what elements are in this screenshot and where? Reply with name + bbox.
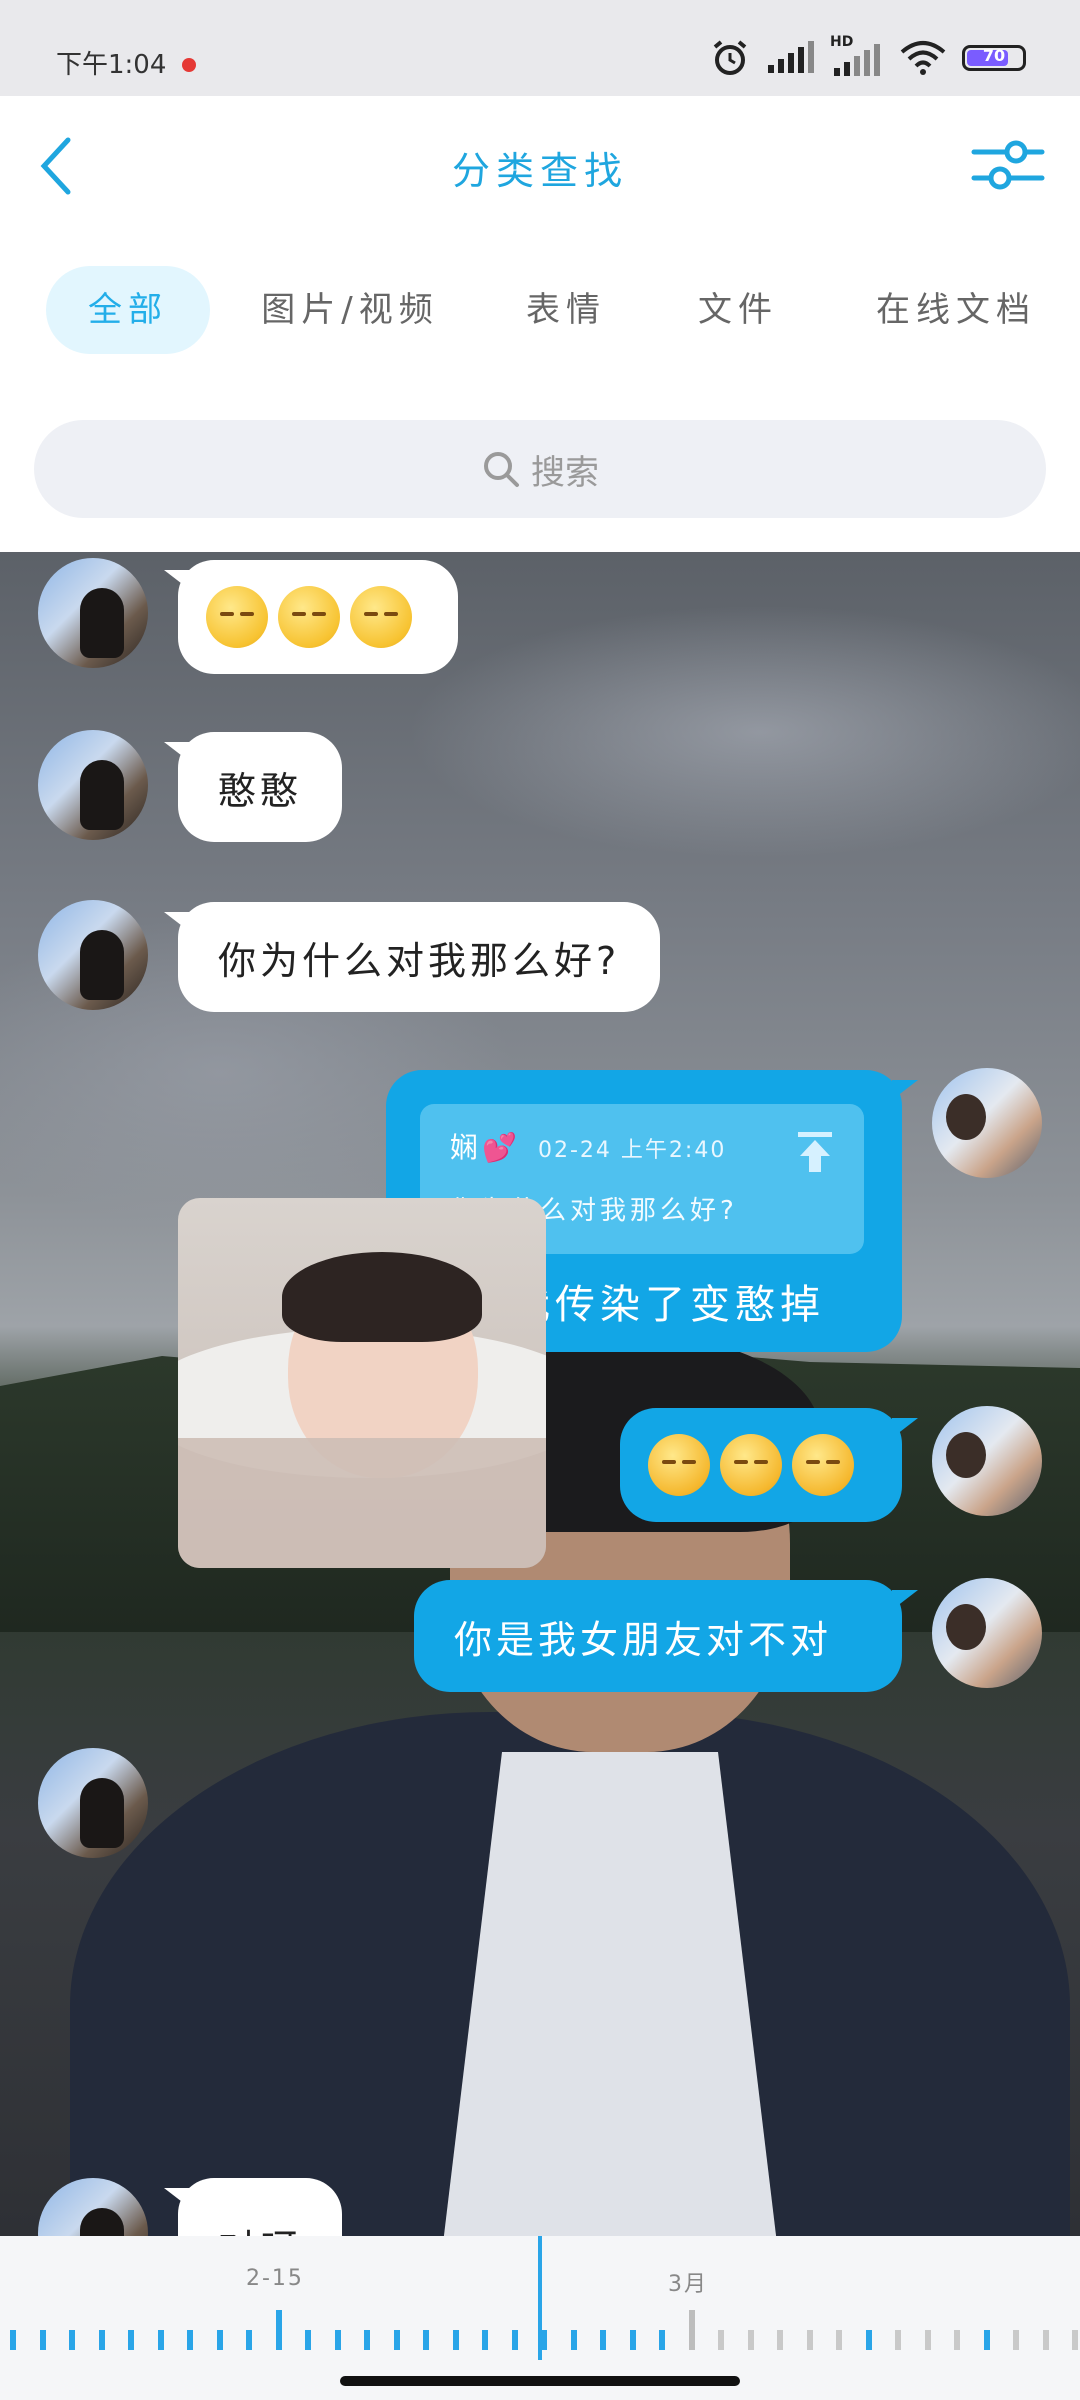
- status-time: 下午1:04: [56, 50, 167, 80]
- timeline-tick: [69, 2330, 75, 2350]
- timeline-tick: [157, 2330, 164, 2350]
- message-bubble-emoji[interactable]: [620, 1408, 918, 1522]
- message-bubble[interactable]: 你是我女朋友对不对: [414, 1580, 918, 1692]
- recording-indicator-icon: [182, 58, 196, 72]
- timeline-tick: [423, 2330, 429, 2350]
- timeline-tick: [246, 2330, 252, 2350]
- timeline-tick: [305, 2330, 311, 2350]
- my-avatar[interactable]: [932, 1578, 1042, 1688]
- timeline-tick: [570, 2330, 577, 2350]
- timeline-tick: [865, 2330, 872, 2350]
- battery-icon: 70: [962, 45, 1026, 71]
- my-avatar[interactable]: [932, 1406, 1042, 1516]
- timeline-tick: [659, 2330, 665, 2350]
- tab-online-docs[interactable]: 在线文档: [858, 266, 1054, 354]
- date-timeline[interactable]: 2-15 3月: [0, 2236, 1080, 2400]
- search-section: 搜索: [0, 384, 1080, 552]
- quoted-sender: 娴💕: [450, 1131, 521, 1164]
- sliders-icon[interactable]: [970, 132, 1046, 198]
- timeline-tick: [629, 2330, 636, 2350]
- timeline-tick: [334, 2330, 341, 2350]
- wifi-icon: [900, 41, 946, 75]
- pensive-face-icon: [350, 586, 412, 648]
- timeline-tick: [836, 2330, 842, 2350]
- message-bubble[interactable]: 你为什么对我那么好?: [163, 902, 661, 1012]
- timeline-tick: [806, 2330, 813, 2350]
- jump-to-top-icon[interactable]: [796, 1130, 834, 1174]
- message-image[interactable]: [178, 1198, 546, 1568]
- signal-hd-icon: HD: [830, 34, 884, 78]
- home-indicator[interactable]: [340, 2376, 740, 2386]
- timeline-tick: [983, 2330, 990, 2350]
- message-bubble[interactable]: 憨憨: [163, 732, 343, 842]
- tab-files[interactable]: 文件: [686, 266, 790, 354]
- timeline-tick: [954, 2330, 960, 2350]
- timeline-label: 3月: [668, 2272, 708, 2297]
- timeline-tick: [364, 2330, 370, 2350]
- search-placeholder: 搜索: [531, 452, 599, 493]
- quoted-time: 02-24 上午2:40: [538, 1138, 727, 1163]
- search-input[interactable]: 搜索: [34, 420, 1046, 518]
- category-tabs: 全部 图片/视频 表情 文件 在线文档: [0, 236, 1080, 385]
- timeline-tick: [39, 2330, 46, 2350]
- timeline-tick: [98, 2330, 105, 2350]
- laughing-face-icon: [792, 1434, 854, 1496]
- tab-all[interactable]: 全部: [46, 266, 210, 354]
- laughing-face-icon: [648, 1434, 710, 1496]
- contact-avatar[interactable]: [38, 900, 148, 1010]
- timeline-tick: [1072, 2330, 1078, 2350]
- message-bubble-emoji[interactable]: [164, 560, 458, 674]
- timeline-tick: [393, 2330, 400, 2350]
- timeline-tick: [777, 2330, 783, 2350]
- timeline-tick: [1013, 2330, 1019, 2350]
- my-avatar[interactable]: [932, 1068, 1042, 1178]
- timeline-tick: [275, 2310, 282, 2350]
- alarm-icon: [713, 40, 747, 75]
- timeline-tick: [600, 2330, 606, 2350]
- tab-stickers[interactable]: 表情: [514, 266, 618, 354]
- timeline-tick: [128, 2330, 134, 2350]
- timeline-label: 2-15: [246, 2266, 304, 2291]
- timeline-tick: [216, 2330, 223, 2350]
- timeline-tick: [688, 2310, 695, 2350]
- contact-avatar[interactable]: [38, 730, 148, 840]
- battery-level: 70: [982, 46, 1006, 65]
- timeline-tick: [482, 2330, 488, 2350]
- message-bubble[interactable]: 对呀: [163, 2178, 343, 2236]
- chat-history[interactable]: 憨憨 你为什么对我那么好? 娴💕 02-24 上午2:40 你为什么对我那么好?…: [0, 552, 1080, 2236]
- timeline-tick: [10, 2330, 16, 2350]
- header: 分类查找: [0, 96, 1080, 236]
- contact-avatar[interactable]: [38, 558, 148, 668]
- page-title: 分类查找: [451, 149, 628, 193]
- timeline-tick: [1042, 2330, 1049, 2350]
- laughing-face-icon: [720, 1434, 782, 1496]
- signal-icon: [768, 41, 814, 73]
- timeline-tick: [747, 2330, 754, 2350]
- pensive-face-icon: [278, 586, 340, 648]
- timeline-tick: [924, 2330, 931, 2350]
- timeline-tick: [541, 2330, 547, 2350]
- timeline-tick: [452, 2330, 459, 2350]
- pensive-face-icon: [206, 586, 268, 648]
- status-icons: HD 70: [710, 34, 1026, 80]
- timeline-tick: [718, 2330, 724, 2350]
- tab-images-videos[interactable]: 图片/视频: [252, 266, 448, 354]
- timeline-tick: [187, 2330, 193, 2350]
- contact-avatar[interactable]: [38, 1748, 148, 1858]
- status-bar: 下午1:04 HD 70: [0, 0, 1080, 96]
- search-icon: [484, 452, 519, 487]
- timeline-tick: [511, 2330, 518, 2350]
- timeline-tick: [895, 2330, 901, 2350]
